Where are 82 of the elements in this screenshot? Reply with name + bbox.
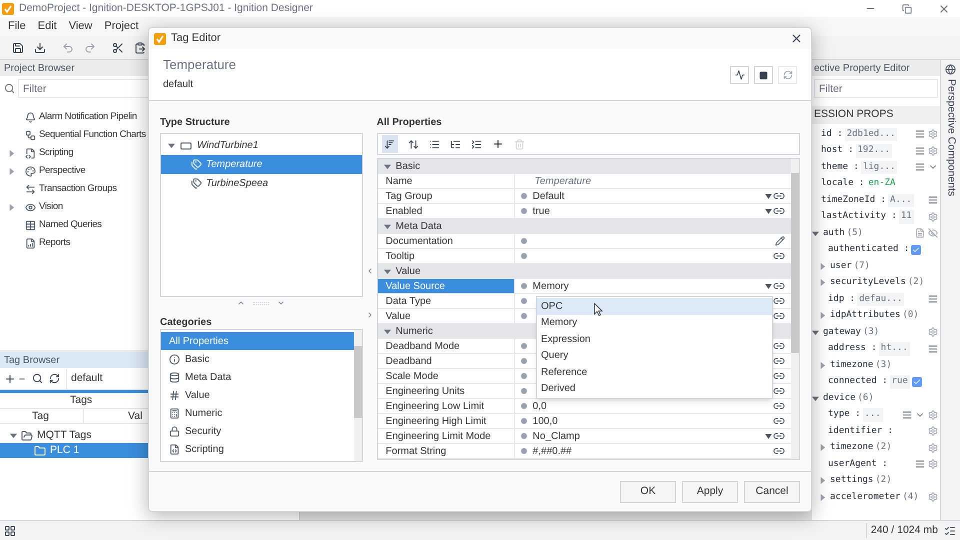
property-value: A... bbox=[888, 194, 914, 207]
item-count: (3) bbox=[875, 358, 892, 372]
tree-label: Temperature bbox=[206, 158, 264, 172]
property-value: ... bbox=[862, 408, 883, 422]
group-title: Basic bbox=[396, 160, 420, 174]
item-count: (6) bbox=[858, 392, 874, 404]
property-value: 2db1ed... bbox=[844, 128, 898, 141]
property-key: userAgent : bbox=[828, 458, 888, 471]
item-count: (7) bbox=[854, 260, 870, 272]
dialog-title: Tag Editor bbox=[171, 31, 221, 46]
property-key: address : bbox=[828, 342, 877, 356]
property-key: id : bbox=[821, 128, 843, 141]
section-header: ESSION PROPS bbox=[812, 106, 940, 124]
property-key: theme : bbox=[821, 160, 859, 174]
memory-usage: 240 / 1024 mb bbox=[866, 522, 938, 538]
property-key: identifier : bbox=[828, 424, 894, 438]
section-label: All Properties bbox=[376, 116, 443, 127]
tree-label: PLC 1 bbox=[50, 442, 80, 458]
category-label: All Properties bbox=[169, 334, 228, 348]
property-value: 100,0 bbox=[532, 414, 558, 428]
property-key: timeZoneId : bbox=[821, 194, 886, 207]
item-count: (0) bbox=[902, 309, 919, 322]
column-header: Tag bbox=[0, 409, 84, 423]
property-key: idp : bbox=[828, 292, 856, 306]
property-value: defau... bbox=[857, 292, 904, 306]
group-title: Numeric bbox=[396, 324, 433, 338]
section-label: Type Structure bbox=[160, 116, 231, 127]
property-value: Memory bbox=[532, 280, 569, 294]
panel-title: Tag Browser bbox=[4, 354, 60, 368]
category-label: Meta Data bbox=[185, 370, 232, 384]
property-key: host : bbox=[821, 144, 854, 158]
category-label: Value bbox=[185, 388, 210, 402]
item-count: (2) bbox=[875, 474, 892, 487]
property-key: locale : bbox=[821, 177, 864, 190]
property-key: auth bbox=[823, 226, 845, 240]
item-count: (2) bbox=[908, 276, 924, 289]
tree-label: MQTT Tags bbox=[37, 428, 92, 443]
property-key: timezone bbox=[830, 358, 874, 372]
property-key: idpAttributes bbox=[830, 309, 900, 322]
panel-title: Project Browser bbox=[4, 62, 75, 76]
property-key: timezone bbox=[830, 441, 874, 454]
group-title: Meta Data bbox=[396, 220, 442, 234]
property-value: rue bbox=[890, 375, 910, 388]
property-key: settings bbox=[830, 474, 874, 488]
group-title: Value bbox=[396, 264, 421, 278]
property-value: Default bbox=[532, 190, 564, 204]
property-key: securityLevels bbox=[830, 276, 906, 290]
window-title: DemoProject - Ignition-DESKTOP-1GPSJ01 - Ignition Designer bbox=[19, 0, 313, 16]
property-value: No_Clamp bbox=[532, 430, 580, 444]
category-label: Scripting bbox=[185, 442, 224, 456]
item-count: (5) bbox=[846, 226, 863, 240]
panel-title: ective Property Editor bbox=[814, 62, 910, 76]
property-value: true bbox=[532, 204, 550, 218]
property-key: accelerometer bbox=[830, 490, 900, 504]
item-count: (2) bbox=[875, 441, 892, 454]
property-value: 192... bbox=[856, 144, 892, 158]
property-value: #,##0.## bbox=[532, 444, 572, 458]
property-key: gateway bbox=[823, 326, 861, 339]
property-key: connected : bbox=[828, 375, 888, 388]
tag-name-heading: Temperature bbox=[163, 56, 236, 74]
property-value: Temperature bbox=[534, 174, 591, 188]
property-key: type : bbox=[828, 408, 861, 422]
item-count: (3) bbox=[862, 326, 880, 338]
category-label: Basic bbox=[185, 352, 210, 366]
property-value: 11 bbox=[898, 210, 914, 224]
property-value: en-ZA bbox=[867, 177, 896, 190]
property-value: lig... bbox=[860, 160, 898, 174]
provider-label: default bbox=[163, 78, 194, 92]
property-key: user bbox=[830, 260, 852, 273]
section-label: Categories bbox=[160, 316, 213, 327]
category-label: Security bbox=[185, 424, 222, 438]
tree-label: TurbineSpeea bbox=[206, 177, 270, 191]
property-value: 0,0 bbox=[532, 400, 547, 414]
property-key: device bbox=[823, 392, 856, 405]
property-value: ht... bbox=[878, 342, 910, 356]
item-count: (4) bbox=[902, 490, 919, 504]
category-label: Numeric bbox=[185, 406, 222, 420]
property-key: authenticated : bbox=[828, 243, 910, 256]
property-key: lastActivity : bbox=[821, 210, 897, 224]
side-tab-label: Perspective Components bbox=[944, 79, 958, 196]
column-header: Val bbox=[127, 409, 142, 423]
tree-label: WindTurbine1 bbox=[197, 139, 260, 153]
